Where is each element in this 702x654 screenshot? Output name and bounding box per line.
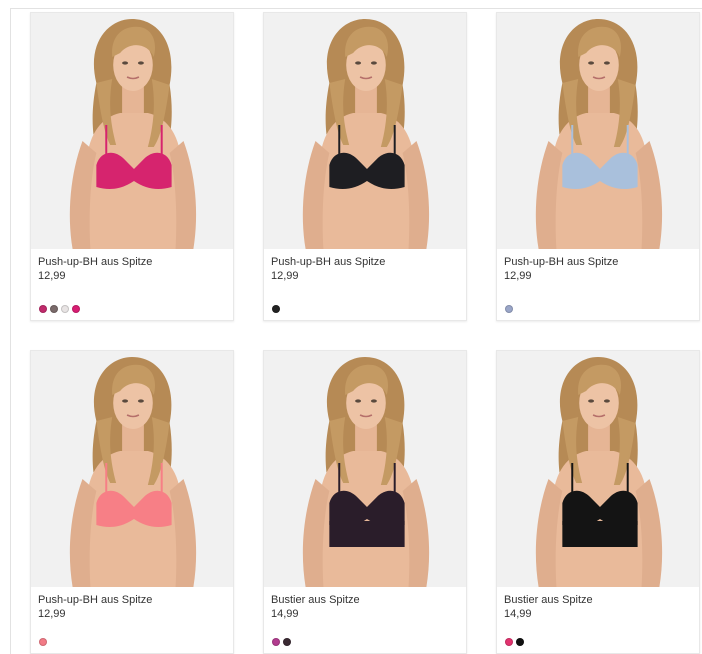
product-title[interactable]: Push-up-BH aus Spitze <box>38 594 226 607</box>
product-card[interactable]: Push-up-BH aus Spitze 12,99 <box>30 350 234 654</box>
product-image[interactable] <box>31 13 233 249</box>
product-title[interactable]: Push-up-BH aus Spitze <box>38 256 226 269</box>
model-illustration <box>69 357 197 587</box>
color-swatches <box>272 638 291 646</box>
color-swatch[interactable] <box>39 305 47 313</box>
product-card[interactable]: Push-up-BH aus Spitze 12,99 <box>263 12 467 321</box>
color-swatch[interactable] <box>50 305 58 313</box>
product-image[interactable] <box>264 13 466 249</box>
color-swatches <box>39 305 80 313</box>
model-illustration <box>535 19 663 249</box>
color-swatch[interactable] <box>516 638 524 646</box>
color-swatch[interactable] <box>39 638 47 646</box>
color-swatch[interactable] <box>61 305 69 313</box>
product-image[interactable] <box>497 13 699 249</box>
product-price: 12,99 <box>504 270 532 282</box>
product-price: 14,99 <box>271 608 299 620</box>
color-swatch[interactable] <box>505 305 513 313</box>
product-card[interactable]: Bustier aus Spitze 14,99 <box>496 350 700 654</box>
product-price: 12,99 <box>38 608 66 620</box>
color-swatch[interactable] <box>72 305 80 313</box>
model-illustration <box>302 357 430 587</box>
color-swatch[interactable] <box>283 638 291 646</box>
product-title[interactable]: Bustier aus Spitze <box>271 594 459 607</box>
model-illustration <box>302 19 430 249</box>
product-card[interactable]: Push-up-BH aus Spitze 12,99 <box>30 12 234 321</box>
product-price: 12,99 <box>271 270 299 282</box>
color-swatch[interactable] <box>505 638 513 646</box>
product-image[interactable] <box>497 351 699 587</box>
product-price: 12,99 <box>38 270 66 282</box>
color-swatches <box>272 305 280 313</box>
model-illustration <box>69 19 197 249</box>
product-card[interactable]: Bustier aus Spitze 14,99 <box>263 350 467 654</box>
product-title[interactable]: Push-up-BH aus Spitze <box>271 256 459 269</box>
product-price: 14,99 <box>504 608 532 620</box>
product-title[interactable]: Push-up-BH aus Spitze <box>504 256 692 269</box>
color-swatches <box>505 638 524 646</box>
product-title[interactable]: Bustier aus Spitze <box>504 594 692 607</box>
model-illustration <box>535 357 663 587</box>
color-swatches <box>505 305 513 313</box>
color-swatch[interactable] <box>272 305 280 313</box>
product-card[interactable]: Push-up-BH aus Spitze 12,99 <box>496 12 700 321</box>
product-image[interactable] <box>31 351 233 587</box>
color-swatch[interactable] <box>272 638 280 646</box>
color-swatches <box>39 638 47 646</box>
product-image[interactable] <box>264 351 466 587</box>
